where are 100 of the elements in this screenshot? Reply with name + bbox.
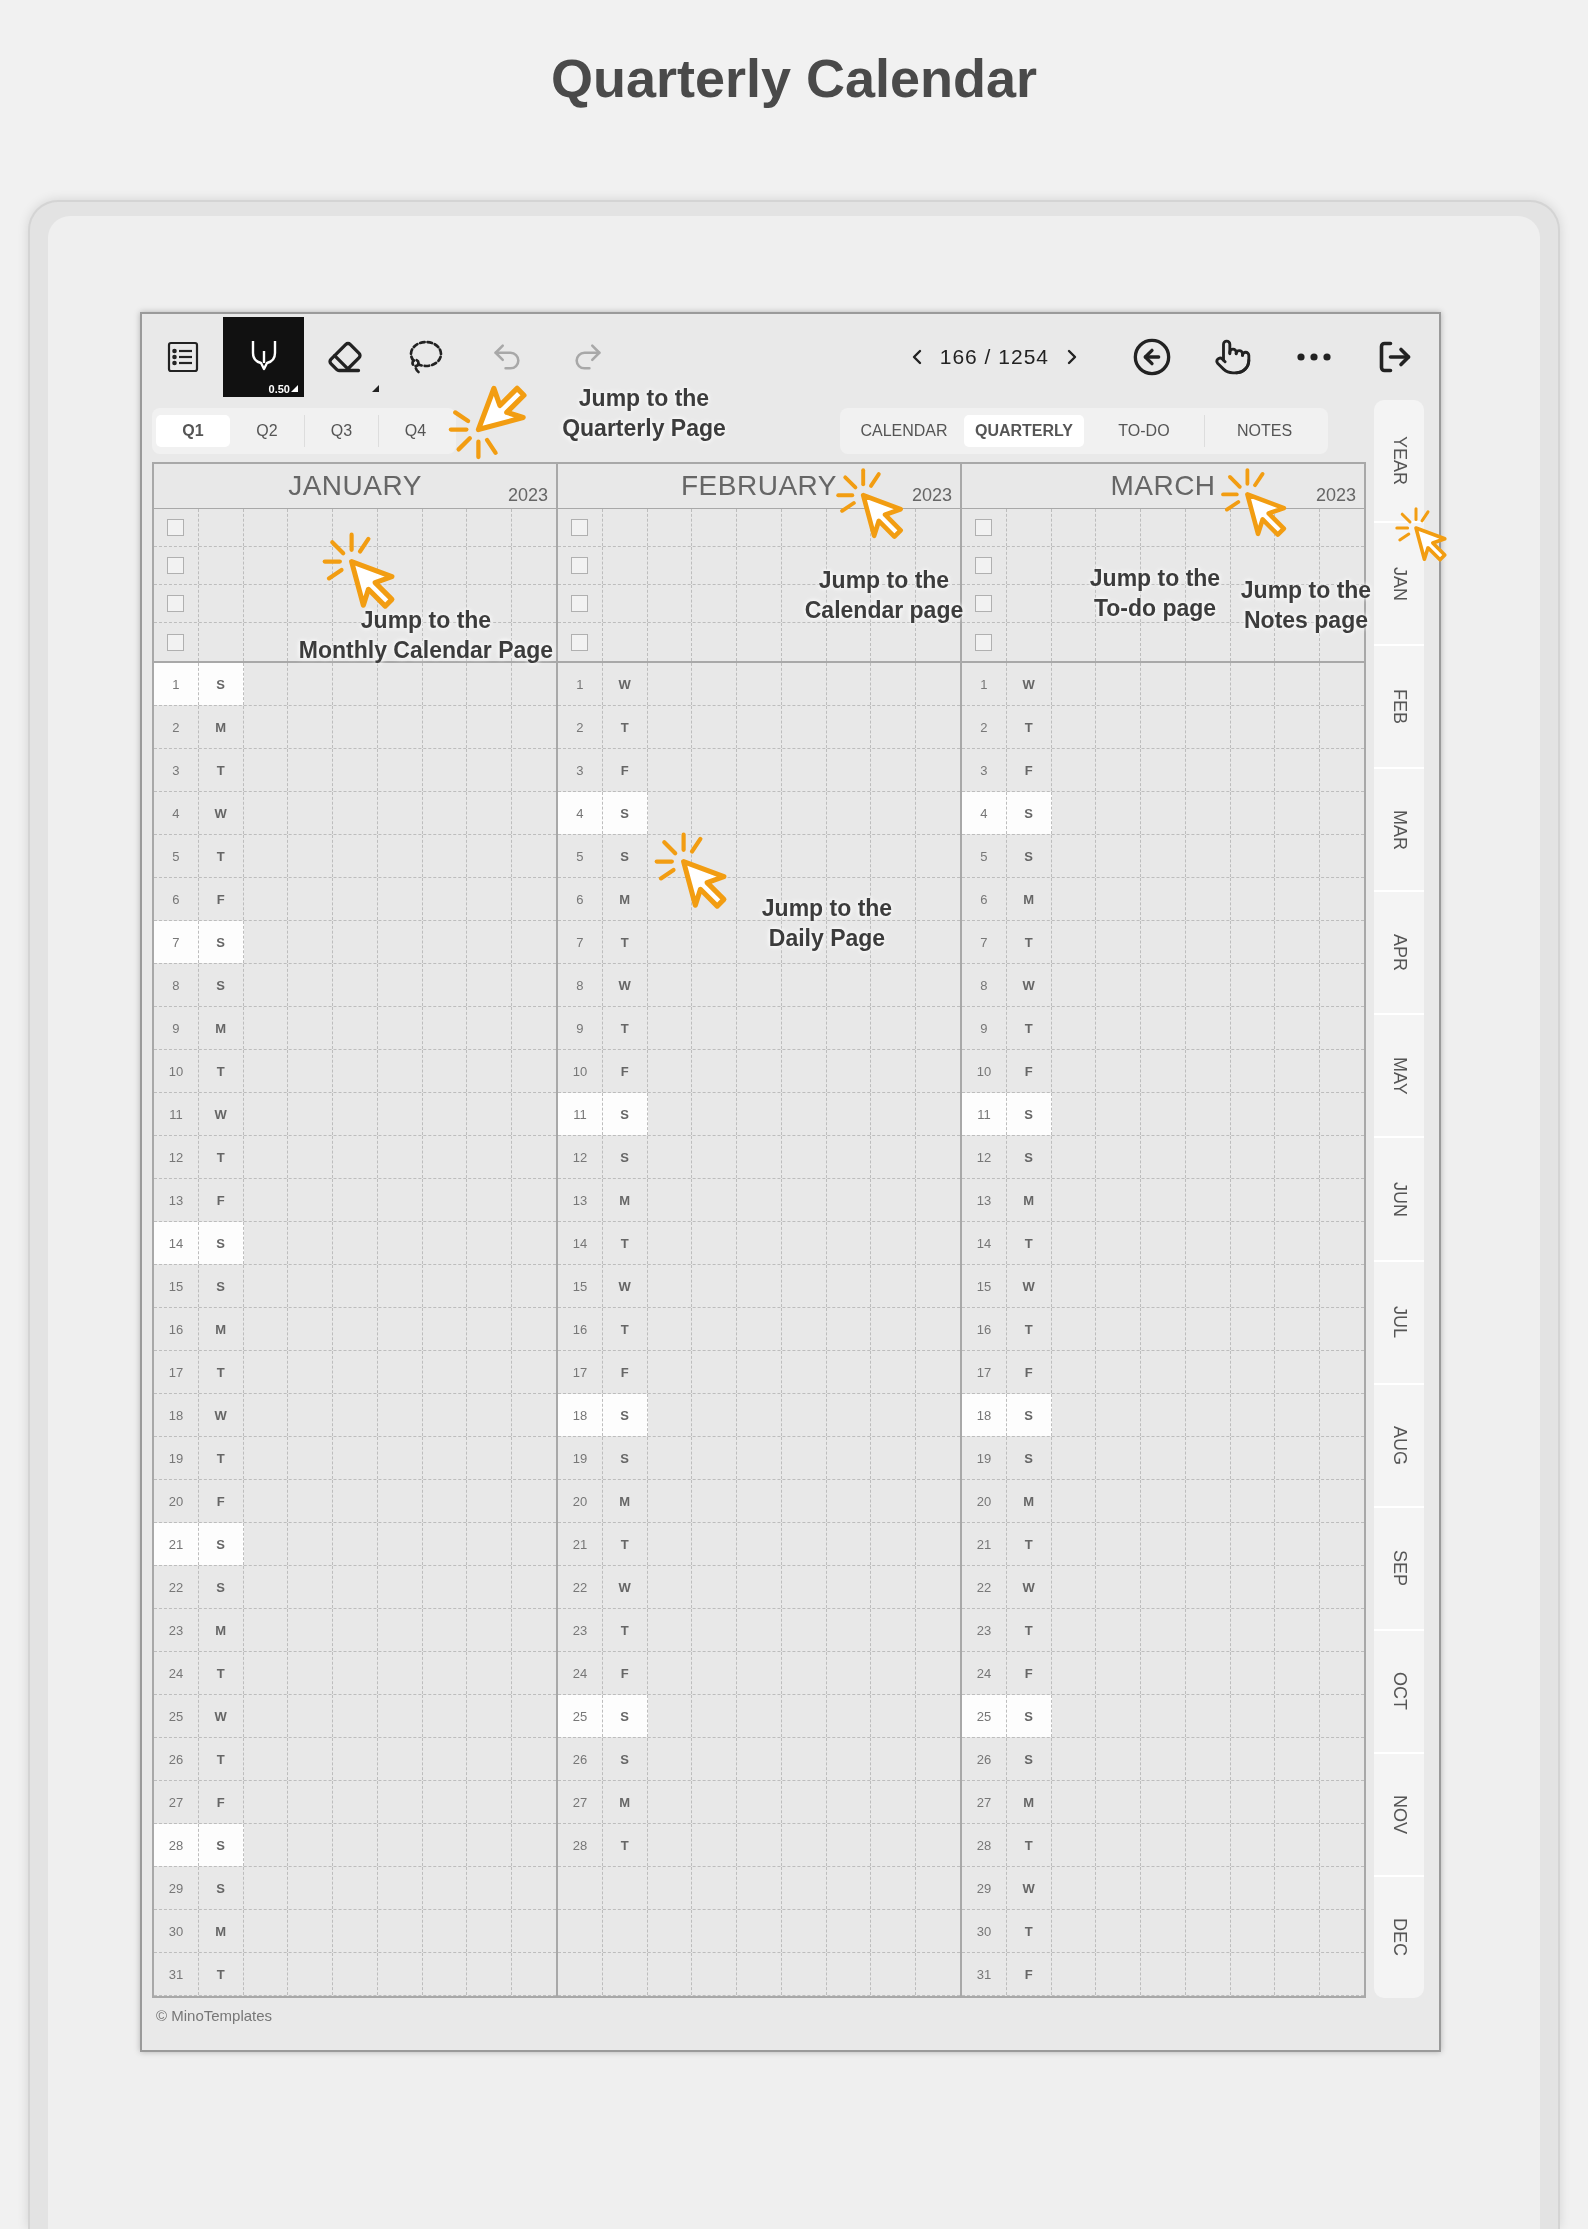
day-number-cell[interactable]: 16 bbox=[962, 1308, 1007, 1350]
day-number-cell[interactable]: 17 bbox=[558, 1351, 603, 1393]
day-number-cell[interactable]: 21 bbox=[154, 1523, 199, 1565]
day-number-cell[interactable]: 14 bbox=[558, 1222, 603, 1264]
day-number-cell[interactable]: 7 bbox=[154, 921, 199, 963]
pen-tool-button[interactable]: 0.50 bbox=[223, 317, 304, 397]
day-number-cell[interactable]: 26 bbox=[962, 1738, 1007, 1780]
day-number-cell[interactable]: 8 bbox=[154, 964, 199, 1006]
month-sidebar-item[interactable]: NOV bbox=[1374, 1753, 1424, 1877]
day-number-cell[interactable]: 20 bbox=[962, 1480, 1007, 1522]
day-number-cell[interactable]: 17 bbox=[154, 1351, 199, 1393]
day-number-cell[interactable]: 20 bbox=[154, 1480, 199, 1522]
checkbox[interactable] bbox=[975, 595, 993, 612]
day-number-cell[interactable]: 16 bbox=[154, 1308, 199, 1350]
day-number-cell[interactable]: 15 bbox=[154, 1265, 199, 1307]
checkbox[interactable] bbox=[975, 557, 993, 574]
day-number-cell[interactable]: 27 bbox=[558, 1781, 603, 1823]
day-number-cell[interactable]: 23 bbox=[558, 1609, 603, 1651]
day-number-cell[interactable]: 8 bbox=[558, 964, 603, 1006]
day-number-cell[interactable]: 10 bbox=[962, 1050, 1007, 1092]
view-tab[interactable]: CALENDAR bbox=[844, 415, 964, 447]
day-number-cell[interactable]: 4 bbox=[558, 792, 603, 834]
day-number-cell[interactable]: 10 bbox=[558, 1050, 603, 1092]
day-number-cell[interactable]: 29 bbox=[154, 1867, 199, 1909]
day-number-cell[interactable]: 16 bbox=[558, 1308, 603, 1350]
day-number-cell[interactable]: 27 bbox=[154, 1781, 199, 1823]
day-number-cell[interactable]: 22 bbox=[962, 1566, 1007, 1608]
day-number-cell[interactable]: 6 bbox=[154, 878, 199, 920]
day-number-cell[interactable]: 14 bbox=[154, 1222, 199, 1264]
quarter-tab[interactable]: Q4 bbox=[378, 415, 452, 447]
day-number-cell[interactable]: 12 bbox=[154, 1136, 199, 1178]
day-number-cell[interactable]: 25 bbox=[962, 1695, 1007, 1737]
day-number-cell[interactable]: 2 bbox=[558, 706, 603, 748]
month-sidebar-item[interactable]: MAY bbox=[1374, 1015, 1424, 1139]
day-number-cell[interactable]: 18 bbox=[558, 1394, 603, 1436]
day-number-cell[interactable]: 6 bbox=[962, 878, 1007, 920]
month-sidebar-item[interactable]: OCT bbox=[1374, 1630, 1424, 1754]
day-number-cell[interactable]: 22 bbox=[558, 1566, 603, 1608]
day-number-cell[interactable]: 15 bbox=[962, 1265, 1007, 1307]
day-number-cell[interactable]: 28 bbox=[962, 1824, 1007, 1866]
day-number-cell[interactable]: 3 bbox=[962, 749, 1007, 791]
day-number-cell[interactable]: 1 bbox=[558, 663, 603, 705]
checkbox[interactable] bbox=[167, 557, 185, 574]
day-number-cell[interactable]: 25 bbox=[558, 1695, 603, 1737]
day-number-cell[interactable]: 29 bbox=[962, 1867, 1007, 1909]
day-number-cell[interactable]: 25 bbox=[154, 1695, 199, 1737]
checkbox[interactable] bbox=[167, 633, 185, 651]
day-number-cell[interactable]: 2 bbox=[154, 706, 199, 748]
view-tab[interactable]: QUARTERLY bbox=[964, 415, 1084, 447]
checkbox[interactable] bbox=[571, 557, 589, 574]
checkbox[interactable] bbox=[571, 595, 589, 612]
day-number-cell[interactable]: 11 bbox=[962, 1093, 1007, 1135]
month-sidebar-item[interactable]: DEC bbox=[1374, 1876, 1424, 1998]
month-sidebar-item[interactable]: APR bbox=[1374, 892, 1424, 1016]
day-number-cell[interactable]: 22 bbox=[154, 1566, 199, 1608]
checkbox[interactable] bbox=[167, 595, 185, 612]
view-tab[interactable]: TO-DO bbox=[1084, 415, 1204, 447]
day-number-cell[interactable]: 1 bbox=[962, 663, 1007, 705]
quarter-tab[interactable]: Q3 bbox=[304, 415, 378, 447]
day-number-cell[interactable]: 7 bbox=[962, 921, 1007, 963]
day-number-cell[interactable]: 5 bbox=[154, 835, 199, 877]
day-number-cell[interactable]: 15 bbox=[558, 1265, 603, 1307]
day-number-cell[interactable]: 14 bbox=[962, 1222, 1007, 1264]
day-number-cell[interactable]: 13 bbox=[154, 1179, 199, 1221]
day-number-cell[interactable]: 23 bbox=[962, 1609, 1007, 1651]
day-number-cell[interactable]: 9 bbox=[962, 1007, 1007, 1049]
day-number-cell[interactable]: 18 bbox=[962, 1394, 1007, 1436]
day-number-cell[interactable]: 21 bbox=[962, 1523, 1007, 1565]
day-number-cell[interactable]: 19 bbox=[962, 1437, 1007, 1479]
day-number-cell[interactable]: 30 bbox=[154, 1910, 199, 1952]
day-number-cell[interactable]: 5 bbox=[962, 835, 1007, 877]
day-number-cell[interactable]: 4 bbox=[962, 792, 1007, 834]
quarter-tab[interactable]: Q1 bbox=[156, 415, 230, 447]
checkbox[interactable] bbox=[167, 519, 185, 536]
day-number-cell[interactable]: 5 bbox=[558, 835, 603, 877]
day-number-cell[interactable]: 28 bbox=[558, 1824, 603, 1866]
day-number-cell[interactable]: 12 bbox=[558, 1136, 603, 1178]
checkbox[interactable] bbox=[571, 519, 589, 536]
day-number-cell[interactable]: 27 bbox=[962, 1781, 1007, 1823]
day-number-cell[interactable]: 2 bbox=[962, 706, 1007, 748]
day-number-cell[interactable]: 26 bbox=[558, 1738, 603, 1780]
day-number-cell[interactable]: 19 bbox=[558, 1437, 603, 1479]
day-number-cell[interactable]: 18 bbox=[154, 1394, 199, 1436]
month-sidebar-item[interactable]: FEB bbox=[1374, 646, 1424, 770]
day-number-cell[interactable]: 24 bbox=[962, 1652, 1007, 1694]
day-number-cell[interactable]: 3 bbox=[154, 749, 199, 791]
day-number-cell[interactable]: 11 bbox=[154, 1093, 199, 1135]
month-sidebar-item[interactable]: AUG bbox=[1374, 1384, 1424, 1508]
day-number-cell[interactable]: 9 bbox=[558, 1007, 603, 1049]
day-number-cell[interactable]: 12 bbox=[962, 1136, 1007, 1178]
month-sidebar-item[interactable]: YEAR bbox=[1374, 400, 1424, 524]
checkbox[interactable] bbox=[975, 633, 993, 651]
day-number-cell[interactable]: 11 bbox=[558, 1093, 603, 1135]
month-name[interactable]: JANUARY bbox=[288, 470, 422, 502]
day-number-cell[interactable]: 21 bbox=[558, 1523, 603, 1565]
view-tab[interactable]: NOTES bbox=[1204, 415, 1324, 447]
month-name[interactable]: MARCH bbox=[1110, 470, 1216, 502]
month-sidebar-item[interactable]: JUN bbox=[1374, 1138, 1424, 1262]
checkbox[interactable] bbox=[975, 519, 993, 536]
day-number-cell[interactable]: 17 bbox=[962, 1351, 1007, 1393]
